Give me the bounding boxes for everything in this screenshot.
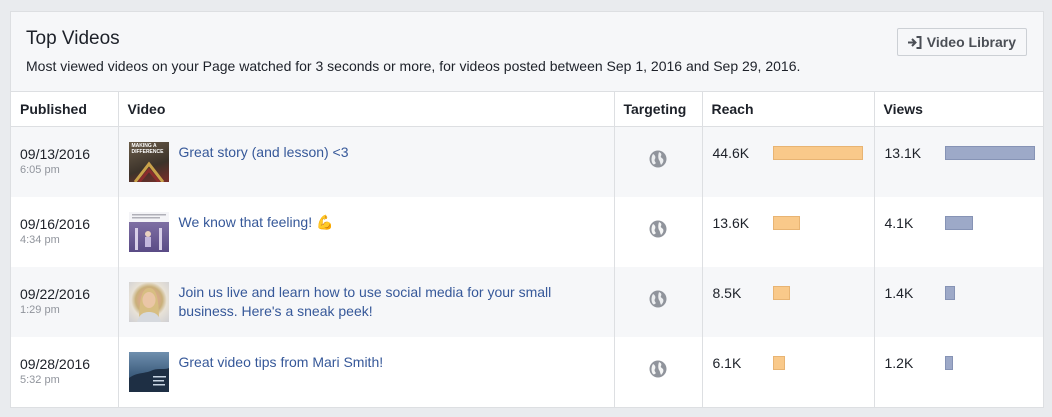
reach-value: 44.6K: [712, 145, 750, 161]
panel-subtitle: Most viewed videos on your Page watched …: [26, 58, 801, 74]
published-cell: 09/16/2016 4:34 pm: [11, 196, 118, 267]
globe-icon: [649, 220, 667, 241]
views-value: 1.4K: [884, 284, 914, 301]
column-header-targeting[interactable]: Targeting: [613, 91, 702, 127]
published-date: 09/28/2016: [20, 355, 91, 372]
reach-cell: 8.5K: [701, 266, 874, 337]
views-value: 13.1K: [884, 145, 922, 161]
top-videos-table: Published Video Targeting Reach Views 09…: [11, 91, 1043, 407]
views-bar: [944, 146, 1035, 160]
published-time: 6:05 pm: [20, 164, 60, 176]
published-time: 1:29 pm: [20, 303, 60, 316]
reach-bar: [772, 146, 863, 160]
table-row: 09/16/2016 4:34 pm We know that feeling!…: [11, 196, 1043, 267]
reach-value: 13.6K: [712, 214, 750, 231]
table-header-row: Published Video Targeting Reach Views: [11, 91, 1043, 127]
views-value: 4.1K: [884, 214, 914, 231]
video-thumbnail[interactable]: MAKING A DIFFERENCE: [128, 142, 169, 182]
targeting-cell: [613, 126, 702, 197]
column-header-published[interactable]: Published: [11, 91, 118, 127]
video-library-label: Video Library: [926, 34, 1016, 50]
reach-bar: [772, 285, 790, 300]
targeting-cell: [613, 336, 702, 407]
top-videos-panel: Top Videos Most viewed videos on your Pa…: [10, 11, 1044, 408]
reach-value: 8.5K: [712, 284, 742, 301]
published-time: 5:32 pm: [20, 373, 60, 386]
views-cell: 1.2K: [873, 336, 1043, 407]
table-row: 09/28/2016 5:32 pm Great video tips from…: [11, 336, 1043, 407]
reach-bar: [772, 355, 785, 370]
video-title-link[interactable]: Great video tips from Mari Smith!: [179, 352, 384, 392]
published-date: 09/22/2016: [20, 285, 91, 302]
reach-value: 6.1K: [712, 354, 742, 371]
published-time: 4:34 pm: [20, 233, 60, 246]
video-cell: Great video tips from Mari Smith!: [117, 336, 614, 407]
column-header-reach[interactable]: Reach: [701, 91, 874, 127]
views-bar: [944, 215, 973, 230]
video-library-button[interactable]: Video Library: [896, 28, 1027, 56]
views-bar: [944, 285, 955, 300]
globe-icon: [649, 150, 667, 171]
targeting-cell: [613, 196, 702, 267]
panel-title: Top Videos: [26, 28, 120, 49]
published-cell: 09/22/2016 1:29 pm: [11, 266, 118, 337]
published-cell: 09/13/2016 6:05 pm: [11, 126, 118, 197]
video-cell: MAKING A DIFFERENCE Great story (and les…: [117, 126, 614, 197]
views-bar: [944, 355, 953, 370]
views-cell: 4.1K: [873, 196, 1043, 267]
targeting-cell: [613, 266, 702, 337]
reach-cell: 44.6K: [701, 126, 874, 197]
video-cell: Join us live and learn how to use social…: [117, 266, 614, 337]
views-cell: 13.1K: [873, 126, 1043, 197]
table-row: 09/22/2016 1:29 pm Join us live and lear…: [11, 266, 1043, 337]
globe-icon: [649, 290, 667, 311]
reach-bar: [772, 215, 800, 230]
views-value: 1.2K: [884, 354, 914, 371]
views-cell: 1.4K: [873, 266, 1043, 337]
video-thumbnail[interactable]: [128, 351, 169, 392]
column-header-views[interactable]: Views: [873, 91, 1043, 127]
published-cell: 09/28/2016 5:32 pm: [11, 336, 118, 407]
column-header-video[interactable]: Video: [117, 91, 614, 127]
video-thumbnail[interactable]: [128, 211, 169, 252]
video-title-link[interactable]: We know that feeling! 💪: [179, 212, 334, 252]
published-date: 09/13/2016: [20, 146, 91, 162]
video-title-link[interactable]: Join us live and learn how to use social…: [179, 282, 614, 322]
video-thumbnail[interactable]: [128, 281, 169, 322]
globe-icon: [649, 360, 667, 381]
reach-cell: 13.6K: [701, 196, 874, 267]
video-cell: We know that feeling! 💪: [117, 196, 614, 267]
published-date: 09/16/2016: [20, 215, 91, 232]
video-title-link[interactable]: Great story (and lesson) <3: [179, 142, 349, 182]
enter-arrow-icon: [907, 35, 922, 49]
table-row: 09/13/2016 6:05 pm MAKING A DIFFERENCE G…: [11, 126, 1043, 197]
reach-cell: 6.1K: [701, 336, 874, 407]
panel-header: Top Videos Most viewed videos on your Pa…: [11, 12, 1043, 91]
